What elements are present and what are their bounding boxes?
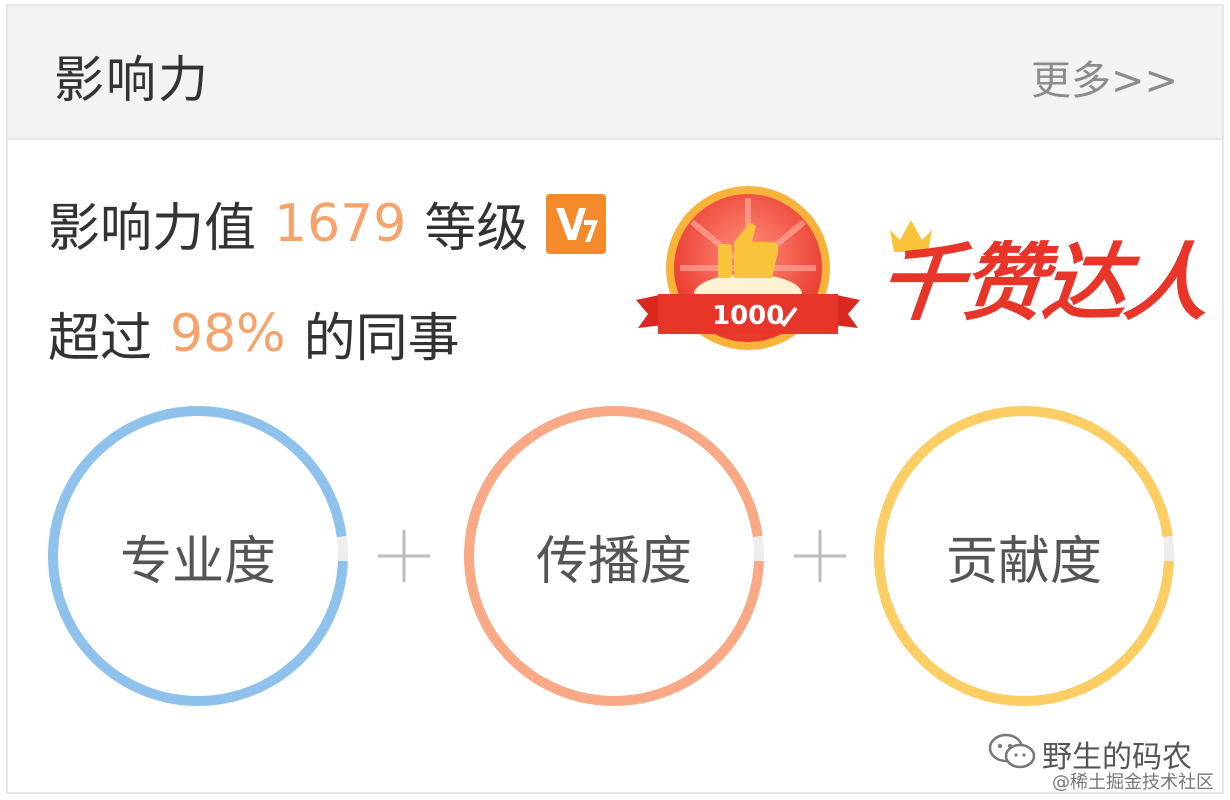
more-link[interactable]: 更多>> [1031,48,1178,106]
watermark-sub: @稀土掘金技术社区 [1052,772,1214,793]
dimension-label: 专业度 [119,531,276,592]
wechat-icon [988,733,1036,769]
watermark: 野生的码农 @稀土掘金技术社区 [988,732,1222,793]
card-title: 影响力 [54,51,210,109]
card-header: 影响力 更多>> [8,6,1222,140]
thumbs-up-medal-icon: 1000 [632,182,864,362]
influence-label: 影响力值 [48,199,257,259]
dimension-circle-contribution[interactable]: 贡献度 [874,406,1174,706]
influence-value-row: 影响力值 1679 等级 [48,186,607,261]
exceed-label: 超过 [48,309,153,369]
dimension-label: 贡献度 [945,531,1102,592]
exceed-value: 98% [170,303,286,364]
influence-value: 1679 [274,193,407,254]
svg-text:1000: 1000 [712,301,784,331]
dimension-circle-professional[interactable]: 专业度 [48,406,348,706]
dimension-circle-spread[interactable]: 传播度 [464,406,764,706]
level-v7-badge-icon [546,193,607,254]
achievement-title: 千赞达人 [874,234,1213,332]
influence-card: 影响力 更多>> 影响力值 1679 等级 超过 98% 的同事 1000 千赞… [6,4,1224,794]
plus-icon [790,526,850,586]
level-label: 等级 [424,199,529,259]
dimension-label: 传播度 [535,531,692,592]
exceed-row: 超过 98% 的同事 [48,296,460,371]
exceed-suffix: 的同事 [303,309,460,369]
plus-icon [374,526,434,586]
